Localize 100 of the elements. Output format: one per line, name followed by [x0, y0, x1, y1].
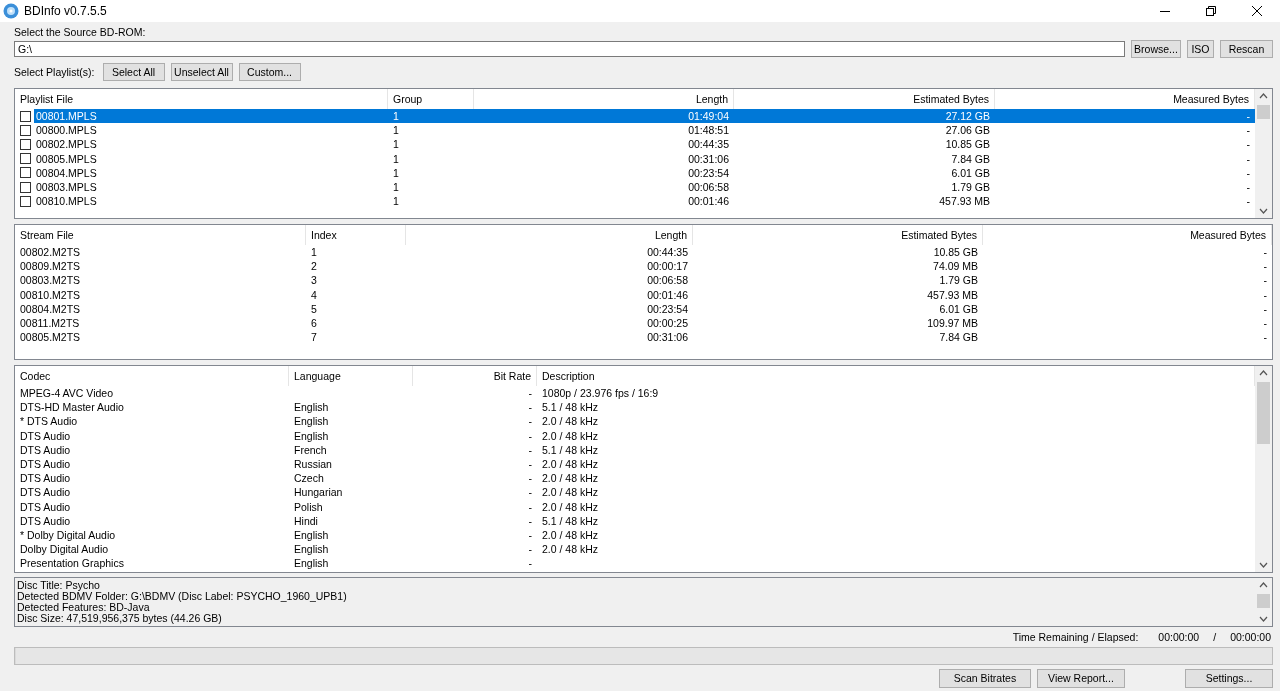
playlist-checkbox[interactable] [20, 181, 31, 193]
table-cell-text: Czech [293, 471, 325, 486]
table-cell-text: 74.09 MB [932, 259, 979, 274]
table-cell-text: - [527, 527, 533, 542]
table-cell-text: 1080p / 23.976 fps / 16:9 [541, 386, 660, 401]
table-cell: 1 [388, 109, 474, 124]
restore-icon [1206, 6, 1216, 16]
column-header[interactable]: Stream File [15, 225, 306, 245]
action-button[interactable]: View Report... [1037, 668, 1125, 688]
table-cell-text: - [1245, 165, 1251, 180]
table-cell-text: 00:23:54 [646, 301, 689, 316]
table-cell-text: 5 [310, 301, 318, 316]
scroll-down-icon[interactable] [1259, 562, 1268, 568]
table-cell-text: 1 [392, 123, 400, 138]
scroll-up-icon[interactable] [1259, 93, 1268, 99]
playlist-select-button[interactable]: Select All [102, 63, 165, 81]
scrollbar[interactable] [1255, 366, 1272, 572]
table-cell-text: 27.06 GB [944, 123, 991, 138]
table-cell-text: - [1262, 287, 1268, 302]
playlist-file-cell[interactable]: 00804.MPLS [34, 165, 388, 180]
table-cell-text: 6.01 GB [938, 301, 979, 316]
table-cell-text: 00809.M2TS [19, 259, 82, 274]
column-header[interactable]: Measured Bytes [983, 225, 1272, 245]
table-cell-text: 2.0 / 48 kHz [541, 457, 600, 472]
action-button[interactable]: Settings... [1185, 668, 1273, 688]
playlist-select-button[interactable]: Unselect All [170, 63, 233, 81]
table-cell-text: - [527, 414, 533, 429]
scroll-up-icon[interactable] [1259, 582, 1268, 588]
playlist-checkbox[interactable] [20, 153, 31, 165]
scrollbar-thumb[interactable] [1257, 594, 1270, 608]
table-cell-text: English [293, 400, 330, 415]
source-path-field[interactable]: G:\ [14, 41, 1125, 57]
table-cell-text: 00811.M2TS [19, 316, 81, 331]
table-cell-text: - [527, 428, 533, 443]
playlist-checkbox[interactable] [20, 138, 31, 150]
scroll-up-icon[interactable] [1259, 370, 1268, 376]
table-cell-text: French [293, 442, 328, 457]
table-cell-text: - [1245, 151, 1251, 166]
playlist-file-cell[interactable]: 00800.MPLS [34, 123, 388, 138]
table-cell-text: DTS Audio [19, 499, 72, 514]
playlist-file-cell[interactable]: 00802.MPLS [34, 137, 388, 152]
playlist-checkbox[interactable] [20, 195, 31, 207]
time-label: Time Remaining / Elapsed: [1012, 631, 1139, 643]
table-cell-text: 2.0 / 48 kHz [541, 471, 600, 486]
table-cell-text: Hindi [293, 513, 319, 528]
table-cell-text: English [293, 414, 330, 429]
table-cell-text: - [1262, 245, 1268, 260]
disc-info-line: Disc Title: Psycho [17, 580, 101, 591]
table-cell-text: 10.85 GB [932, 245, 979, 260]
column-header[interactable]: Estimated Bytes [693, 225, 983, 245]
table-cell-text: 1 [392, 137, 400, 152]
column-header[interactable]: Codec [15, 366, 289, 386]
column-header[interactable]: Index [306, 225, 406, 245]
column-header[interactable]: Bit Rate [413, 366, 537, 386]
table-cell-text: 2.0 / 48 kHz [541, 428, 600, 443]
table-cell-text: 00804.M2TS [19, 301, 82, 316]
playlist-checkbox[interactable] [20, 110, 31, 122]
playlist-checkbox[interactable] [20, 124, 31, 136]
source-button[interactable]: Browse... [1131, 40, 1181, 58]
table-cell-text: - [1245, 180, 1251, 195]
table-cell-text: 2 [310, 259, 318, 274]
scrollbar[interactable] [1255, 89, 1272, 218]
table-cell-text: DTS Audio [19, 485, 72, 500]
table-cell-text: 00805.M2TS [19, 330, 82, 345]
playlist-checkbox[interactable] [20, 167, 31, 179]
table-cell-text: Polish [293, 499, 324, 514]
table-cell-text: 1 [392, 165, 400, 180]
table-cell-text: DTS Audio [19, 513, 72, 528]
action-button[interactable]: Scan Bitrates [939, 668, 1031, 688]
table-cell-text: 00802.M2TS [19, 245, 82, 260]
table-cell-text: Presentation Graphics [19, 556, 125, 571]
table-cell-text: 00:00:17 [646, 259, 689, 274]
table-cell-text: 00810.M2TS [19, 287, 82, 302]
playlist-file-cell[interactable]: 00810.MPLS [34, 194, 388, 209]
scroll-down-icon[interactable] [1259, 616, 1268, 622]
table-cell-text: 00:00:25 [646, 316, 689, 331]
scroll-down-icon[interactable] [1259, 208, 1268, 214]
source-button[interactable]: Rescan [1220, 40, 1273, 58]
scrollbar-thumb[interactable] [1257, 382, 1270, 444]
playlist-file-cell[interactable]: 00803.MPLS [34, 180, 388, 195]
table-cell-text: - [1262, 273, 1268, 288]
table-cell-text: - [1262, 316, 1268, 331]
table-cell-text: 2.0 / 48 kHz [541, 542, 600, 557]
table-cell-text: 00:44:35 [687, 137, 730, 152]
table-cell-text: 5.1 / 48 kHz [541, 513, 600, 528]
table-cell-text: 1 [392, 151, 400, 166]
disc-icon [3, 3, 19, 19]
table-cell-text: 00:01:46 [687, 194, 730, 209]
playlist-file-cell[interactable]: 00801.MPLS [34, 109, 388, 124]
table-cell-text: - [1245, 123, 1251, 138]
column-header[interactable]: Language [289, 366, 413, 386]
table-cell-text: Hungarian [293, 485, 344, 500]
table-cell-text: DTS-HD Master Audio [19, 400, 125, 415]
playlist-file-cell[interactable]: 00805.MPLS [34, 151, 388, 166]
table-cell-text: - [527, 457, 533, 472]
source-button[interactable]: ISO [1187, 40, 1214, 58]
playlist-select-button[interactable]: Custom... [238, 63, 301, 81]
column-header[interactable]: Length [406, 225, 693, 245]
table-cell-text: 6.01 GB [950, 165, 991, 180]
scrollbar-thumb[interactable] [1257, 105, 1270, 119]
